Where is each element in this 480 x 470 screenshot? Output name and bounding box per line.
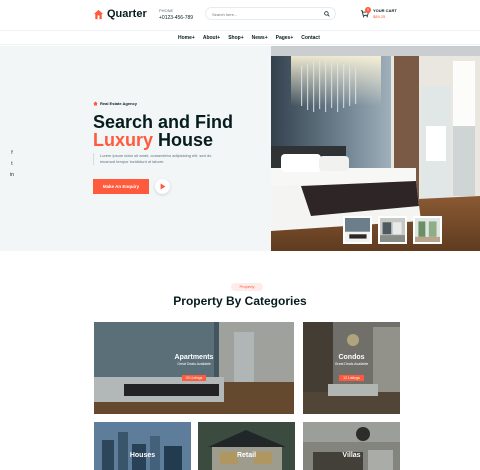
phone-info: PHONE +0123-456-789 bbox=[159, 8, 193, 21]
plus-icon: + bbox=[191, 35, 195, 41]
card-title: Retail bbox=[236, 452, 257, 459]
linkedin-icon[interactable]: in bbox=[9, 172, 15, 178]
main-nav: Home+ About+ Shop+ News+ Pages+ Contact bbox=[0, 30, 480, 45]
nav-item-label: Shop bbox=[228, 35, 241, 41]
hero-tag: Real Estate Agency bbox=[93, 101, 137, 106]
card-caption: Condos Great Deals Available 12 Listings bbox=[303, 354, 400, 384]
phone-number[interactable]: +0123-456-789 bbox=[159, 15, 193, 21]
nav-item-label: Home bbox=[178, 35, 192, 41]
nav-item-shop[interactable]: Shop+ bbox=[228, 35, 243, 41]
plus-icon: + bbox=[290, 35, 294, 41]
card-title: Apartments bbox=[174, 354, 214, 361]
card-caption: Retail bbox=[198, 452, 295, 459]
nav-item-label: Contact bbox=[301, 35, 320, 41]
cart-count-badge: 0 bbox=[365, 7, 371, 13]
nav-item-label: Pages bbox=[275, 35, 291, 41]
site-header: Quarter PHONE +0123-456-789 0 YOUR CART … bbox=[0, 0, 480, 30]
card-subtitle: Great Deals Available bbox=[177, 362, 211, 366]
card-overlay bbox=[94, 422, 191, 470]
make-enquiry-button[interactable]: Make An Enquiry bbox=[93, 179, 149, 194]
card-overlay bbox=[303, 422, 400, 470]
category-card-retail[interactable]: Retail bbox=[198, 422, 295, 470]
nav-item-about[interactable]: About+ bbox=[203, 35, 220, 41]
plus-icon: + bbox=[217, 35, 221, 41]
category-card-apartments[interactable]: Apartments Great Deals Available 03 List… bbox=[94, 322, 294, 414]
category-card-condos[interactable]: Condos Great Deals Available 12 Listings bbox=[303, 322, 400, 414]
listings-badge: 03 Listings bbox=[181, 375, 207, 381]
nav-item-contact[interactable]: Contact bbox=[301, 35, 320, 41]
logo[interactable]: Quarter bbox=[93, 8, 147, 20]
search-input[interactable] bbox=[212, 11, 322, 17]
house-logo-icon bbox=[93, 9, 104, 19]
hero-description: Lorem ipsum dolor sit amet, consectetur … bbox=[93, 153, 213, 165]
nav-item-news[interactable]: News+ bbox=[252, 35, 268, 41]
search-box bbox=[205, 7, 336, 20]
card-title: Condos bbox=[338, 354, 365, 361]
hero-title-rest: House bbox=[153, 130, 214, 150]
play-icon bbox=[160, 183, 166, 190]
nav-item-label: About bbox=[202, 35, 218, 41]
facebook-icon[interactable]: f bbox=[9, 150, 15, 156]
plus-icon: + bbox=[240, 35, 244, 41]
cart-summary: YOUR CART $89.25 bbox=[373, 8, 397, 20]
listings-badge: 12 Listings bbox=[339, 375, 364, 381]
card-overlay bbox=[198, 422, 295, 470]
hero-tag-text: Real Estate Agency bbox=[100, 101, 137, 106]
card-title: Houses bbox=[129, 452, 156, 459]
search-icon[interactable] bbox=[324, 11, 330, 17]
social-links: f t in bbox=[9, 150, 15, 178]
thumbnail-office[interactable] bbox=[378, 216, 407, 244]
card-caption: Villas bbox=[303, 452, 400, 459]
home-icon bbox=[93, 101, 98, 106]
hero-title-line2: Luxury House bbox=[93, 130, 213, 150]
plus-icon: + bbox=[264, 35, 268, 41]
play-video-button[interactable] bbox=[155, 179, 170, 194]
nav-item-label: News bbox=[251, 35, 265, 41]
twitter-icon[interactable]: t bbox=[9, 161, 15, 167]
nav-item-pages[interactable]: Pages+ bbox=[276, 35, 294, 41]
hero-title-line1: Search and Find bbox=[93, 112, 234, 132]
hero-content: Real Estate Agency Search and Find Luxur… bbox=[0, 46, 271, 251]
hero-title-accent: Luxury bbox=[93, 130, 154, 150]
hero-thumbnails bbox=[343, 216, 442, 244]
category-card-villas[interactable]: Villas bbox=[303, 422, 400, 470]
logo-text: Quarter bbox=[107, 8, 147, 20]
nav-item-home[interactable]: Home+ bbox=[178, 35, 195, 41]
thumbnail-bedroom[interactable] bbox=[343, 216, 372, 244]
card-subtitle: Great Deals Available bbox=[334, 362, 369, 366]
section-title: Property By Categories bbox=[173, 294, 307, 308]
thumbnail-interior[interactable] bbox=[413, 216, 442, 244]
category-card-houses[interactable]: Houses bbox=[94, 422, 191, 470]
card-caption: Apartments Great Deals Available 03 List… bbox=[94, 354, 294, 384]
card-title: Villas bbox=[342, 452, 361, 459]
card-caption: Houses bbox=[94, 452, 191, 459]
section-pill: Property bbox=[231, 283, 263, 291]
phone-label: PHONE bbox=[159, 8, 174, 13]
cart-amount: $89.25 bbox=[373, 14, 386, 19]
